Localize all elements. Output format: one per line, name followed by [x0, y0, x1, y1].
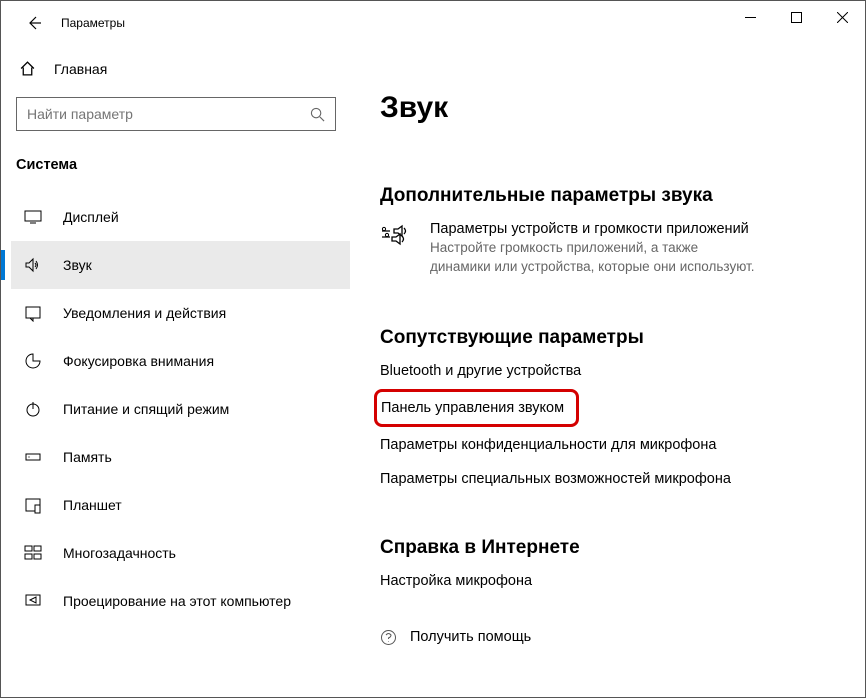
sidebar-item-label: Уведомления и действия: [63, 305, 226, 321]
minimize-icon: [745, 12, 756, 23]
sidebar-item-sound[interactable]: Звук: [11, 241, 350, 289]
power-icon: [21, 400, 45, 418]
help-icon: [380, 629, 400, 646]
sidebar-item-label: Звук: [63, 257, 92, 273]
sidebar-item-display[interactable]: Дисплей: [11, 193, 350, 241]
sidebar-item-multitask[interactable]: Многозадачность: [11, 529, 350, 577]
close-button[interactable]: [819, 1, 865, 33]
search-input[interactable]: [27, 106, 310, 122]
page-title: Звук: [380, 91, 845, 125]
sidebar-item-storage[interactable]: Память: [11, 433, 350, 481]
sidebar-item-label: Память: [63, 449, 112, 465]
window-title: Параметры: [61, 16, 125, 30]
help-section-title: Справка в Интернете: [380, 537, 845, 559]
app-volume-desc: Настройте громкость приложений, а также …: [430, 239, 760, 277]
sidebar-item-power[interactable]: Питание и спящий режим: [11, 385, 350, 433]
focus-icon: [21, 352, 45, 370]
multitask-icon: [21, 544, 45, 562]
link-mic-setup[interactable]: Настройка микрофона: [380, 573, 845, 589]
storage-icon: [21, 448, 45, 466]
sidebar: Главная Система Дисплей Звук Уведомления…: [1, 45, 350, 697]
home-link[interactable]: Главная: [11, 50, 350, 87]
link-mic-accessibility[interactable]: Параметры специальных возможностей микро…: [380, 471, 845, 487]
display-icon: [21, 208, 45, 226]
sidebar-item-projecting[interactable]: Проецирование на этот компьютер: [11, 577, 350, 625]
sidebar-item-label: Планшет: [63, 497, 122, 513]
category-header: Система: [11, 149, 350, 181]
advanced-section-title: Дополнительные параметры звука: [380, 185, 845, 207]
projecting-icon: [21, 592, 45, 610]
back-button[interactable]: [21, 10, 47, 36]
link-bluetooth[interactable]: Bluetooth и другие устройства: [380, 363, 845, 379]
sidebar-item-label: Многозадачность: [63, 545, 176, 561]
search-box[interactable]: [16, 97, 336, 131]
search-icon: [310, 107, 325, 122]
sidebar-item-tablet[interactable]: Планшет: [11, 481, 350, 529]
sidebar-item-label: Фокусировка внимания: [63, 353, 214, 369]
maximize-icon: [791, 12, 802, 23]
close-icon: [837, 12, 848, 23]
sidebar-item-label: Дисплей: [63, 209, 119, 225]
sidebar-item-notifications[interactable]: Уведомления и действия: [11, 289, 350, 337]
app-volume-icon: [380, 221, 416, 277]
main-content: Звук Дополнительные параметры звука Пара…: [350, 45, 865, 697]
minimize-button[interactable]: [727, 1, 773, 33]
sound-icon: [21, 256, 45, 274]
tablet-icon: [21, 496, 45, 514]
arrow-left-icon: [26, 15, 42, 31]
sidebar-item-focus[interactable]: Фокусировка внимания: [11, 337, 350, 385]
notifications-icon: [21, 304, 45, 322]
maximize-button[interactable]: [773, 1, 819, 33]
sidebar-item-label: Проецирование на этот компьютер: [63, 593, 291, 609]
related-section-title: Сопутствующие параметры: [380, 327, 845, 349]
app-volume-title: Параметры устройств и громкости приложен…: [430, 221, 760, 237]
link-sound-control-panel[interactable]: Панель управления звуком: [374, 389, 579, 427]
get-help-link[interactable]: Получить помощь: [410, 629, 531, 645]
app-volume-block[interactable]: Параметры устройств и громкости приложен…: [380, 221, 845, 277]
home-label: Главная: [54, 61, 107, 77]
home-icon: [16, 60, 38, 77]
link-mic-privacy[interactable]: Параметры конфиденциальности для микрофо…: [380, 437, 845, 453]
sidebar-item-label: Питание и спящий режим: [63, 401, 229, 417]
